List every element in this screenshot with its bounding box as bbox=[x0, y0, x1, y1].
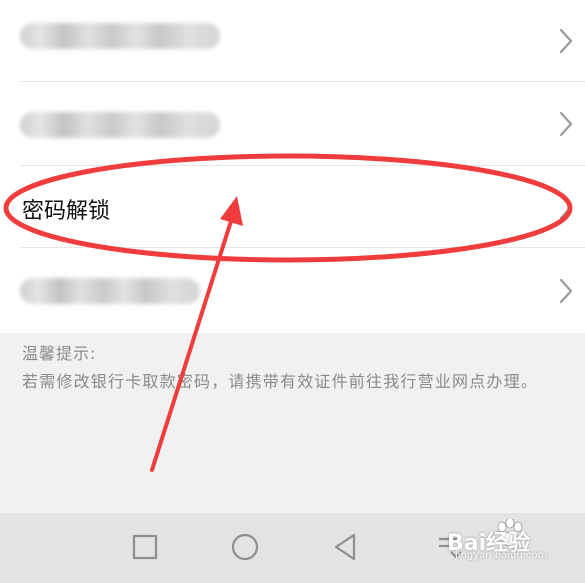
recent-apps-icon[interactable] bbox=[125, 527, 165, 567]
chevron-right-icon bbox=[559, 278, 573, 304]
list-item[interactable] bbox=[0, 82, 585, 166]
home-icon[interactable] bbox=[225, 527, 265, 567]
chevron-right-icon bbox=[559, 111, 573, 137]
settings-list: 密码解锁 bbox=[0, 0, 585, 333]
chevron-right-icon bbox=[559, 194, 573, 220]
list-item-password-unlock[interactable]: 密码解锁 bbox=[0, 166, 585, 248]
obscured-label bbox=[20, 278, 200, 304]
chevron-right-icon bbox=[559, 28, 573, 54]
hint-title: 温馨提示: bbox=[22, 344, 97, 363]
hint-text: 若需修改银行卡取款密码，请携带有效证件前往我行营业网点办理。 bbox=[22, 372, 539, 391]
hint-section: 温馨提示: 若需修改银行卡取款密码，请携带有效证件前往我行营业网点办理。 bbox=[0, 333, 585, 513]
notification-icon[interactable] bbox=[430, 527, 470, 567]
list-item-label: 密码解锁 bbox=[22, 199, 111, 224]
system-navigation-bar bbox=[0, 513, 585, 583]
obscured-label bbox=[20, 112, 220, 138]
list-item[interactable] bbox=[0, 0, 585, 82]
list-item[interactable] bbox=[0, 248, 585, 333]
obscured-label bbox=[20, 23, 220, 49]
back-icon[interactable] bbox=[326, 527, 366, 567]
